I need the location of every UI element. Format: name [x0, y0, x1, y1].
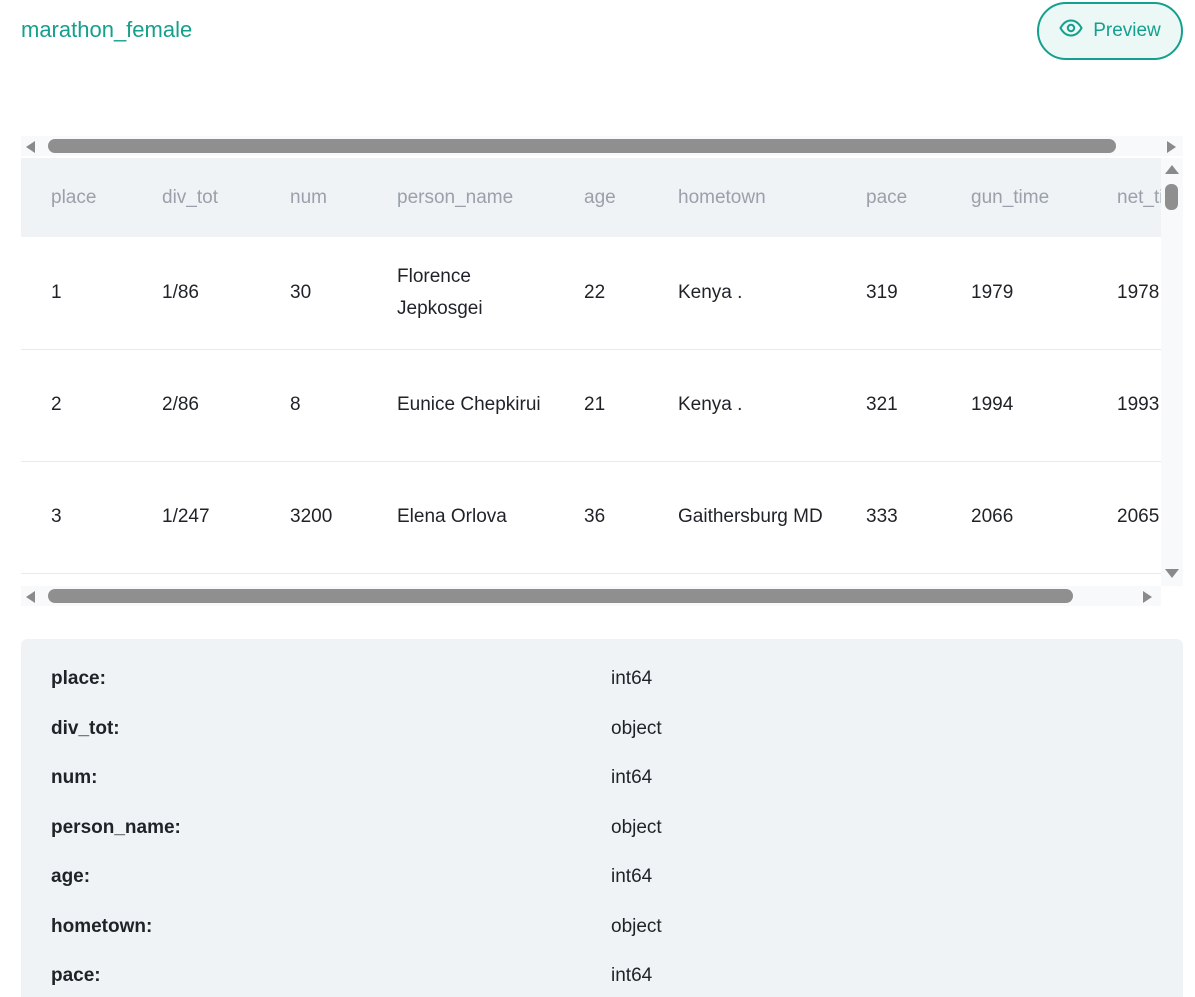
dtype-column-name: place:	[51, 668, 106, 689]
table-cell: 3200	[290, 506, 333, 527]
table-cell: 1	[51, 281, 62, 303]
table-cell: 3	[51, 506, 62, 527]
table-cell: 319	[866, 281, 898, 303]
vertical-scrollbar[interactable]	[1161, 158, 1183, 586]
dtype-column-name: div_tot:	[51, 718, 120, 739]
dtype-value: int64	[611, 965, 653, 986]
table-cell: 2065	[1117, 506, 1160, 527]
scroll-right-arrow-icon[interactable]	[1143, 591, 1152, 603]
dtype-panel: place: int64 div_tot: object num: int64 …	[21, 639, 1183, 997]
table-cell: Eunice Chepkirui	[397, 394, 541, 415]
table-cell: 1994	[971, 394, 1014, 415]
dtype-row: age: int64	[51, 862, 652, 892]
dtype-value: int64	[611, 767, 653, 788]
dtype-value: object	[611, 916, 662, 937]
table-cell: 21	[584, 394, 606, 415]
dtype-row: pace: int64	[51, 961, 652, 991]
dtype-column-name: pace:	[51, 965, 101, 986]
table-cell: 1/86	[162, 281, 199, 303]
table-cell: 2066	[971, 506, 1014, 527]
eye-icon	[1059, 16, 1083, 46]
scroll-down-arrow-icon[interactable]	[1165, 569, 1179, 578]
table-cell: 2	[51, 394, 62, 415]
dtype-column-name: hometown:	[51, 916, 153, 937]
scrollbar-thumb[interactable]	[1165, 184, 1178, 210]
table-cell: 321	[866, 394, 898, 415]
horizontal-scrollbar-bottom[interactable]	[21, 586, 1161, 606]
data-table: place div_tot num person_name age hometo…	[21, 158, 1161, 574]
scroll-right-arrow-icon[interactable]	[1167, 141, 1176, 153]
table-cell: Elena Orlova	[397, 506, 507, 527]
column-header[interactable]: place	[21, 158, 132, 237]
preview-button[interactable]: Preview	[1037, 2, 1183, 60]
table-row: 2 2/86 8 Eunice Chepkirui 21 Kenya . 321…	[21, 349, 1161, 461]
table-cell: Gaithersburg MD	[678, 506, 823, 527]
scroll-left-arrow-icon[interactable]	[26, 141, 35, 153]
table-cell: Florence Jepkosgei	[397, 265, 483, 319]
dtype-column-name: num:	[51, 767, 98, 788]
column-header[interactable]: pace	[836, 158, 941, 237]
table-row: 3 1/247 3200 Elena Orlova 36 Gaithersbur…	[21, 461, 1161, 573]
table-cell: 2/86	[162, 394, 199, 415]
dtype-row: num: int64	[51, 763, 652, 793]
table-cell: 1978	[1117, 281, 1160, 303]
scrollbar-thumb[interactable]	[48, 589, 1073, 603]
scroll-left-arrow-icon[interactable]	[26, 591, 35, 603]
dtype-row: place: int64	[51, 664, 652, 694]
data-table-viewport[interactable]: place div_tot num person_name age hometo…	[21, 158, 1161, 576]
dataset-title: marathon_female	[21, 17, 193, 42]
scroll-up-arrow-icon[interactable]	[1165, 165, 1179, 174]
table-cell: 36	[584, 506, 606, 527]
dtype-value: object	[611, 718, 662, 739]
dtype-row: div_tot: object	[51, 714, 662, 744]
column-header[interactable]: hometown	[648, 158, 836, 237]
table-cell: Kenya .	[678, 281, 743, 303]
column-header[interactable]: net_time	[1087, 158, 1161, 237]
table-cell: 22	[584, 281, 606, 303]
dtype-row: person_name: object	[51, 813, 662, 843]
table-row: 1 1/86 30 Florence Jepkosgei 22 Kenya . …	[21, 237, 1161, 349]
scrollbar-thumb[interactable]	[48, 139, 1116, 153]
table-header-row: place div_tot num person_name age hometo…	[21, 158, 1161, 237]
dtype-value: int64	[611, 866, 653, 887]
column-header[interactable]: age	[554, 158, 648, 237]
dtype-value: object	[611, 817, 662, 838]
column-header[interactable]: num	[260, 158, 367, 237]
dtype-column-name: age:	[51, 866, 91, 887]
table-cell: 1979	[971, 281, 1014, 303]
dtype-value: int64	[611, 668, 653, 689]
dtype-row: hometown: object	[51, 912, 662, 942]
table-cell: 30	[290, 281, 312, 303]
dtype-column-name: person_name:	[51, 817, 181, 838]
table-cell: 1993	[1117, 394, 1160, 415]
horizontal-scrollbar-top[interactable]	[21, 136, 1183, 156]
table-cell: Kenya .	[678, 394, 743, 415]
table-cell: 333	[866, 506, 898, 527]
column-header[interactable]: gun_time	[941, 158, 1087, 237]
column-header[interactable]: div_tot	[132, 158, 260, 237]
table-cell: 8	[290, 394, 301, 415]
preview-button-label: Preview	[1093, 20, 1161, 41]
column-header[interactable]: person_name	[367, 158, 554, 237]
table-cell: 1/247	[162, 506, 210, 527]
